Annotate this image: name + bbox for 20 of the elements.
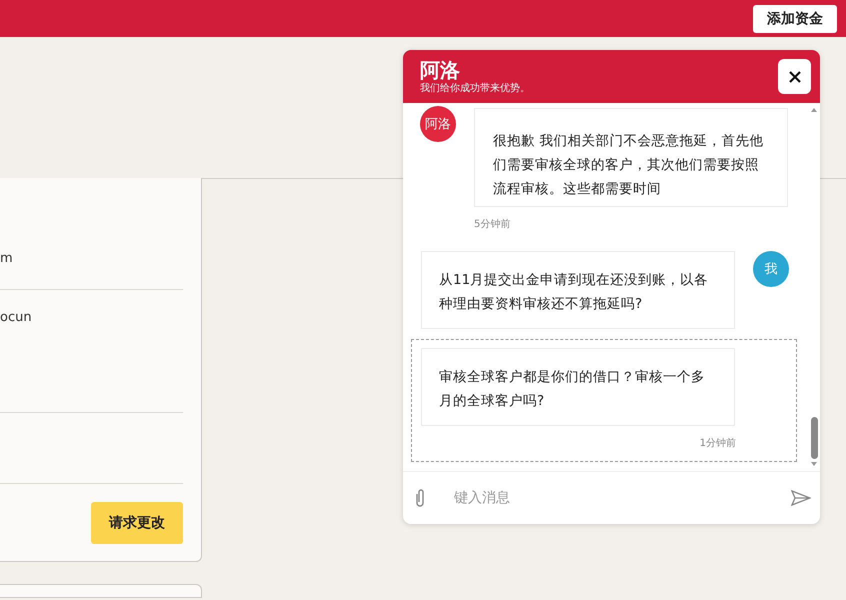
field-value: m <box>0 251 13 266</box>
scrollbar-thumb[interactable] <box>810 417 818 459</box>
avatar: 我 <box>753 251 789 287</box>
scroll-down-icon[interactable] <box>810 461 818 467</box>
chat-title: 阿洛 <box>420 58 461 82</box>
field-value: ocun <box>0 310 32 325</box>
chat-subtitle: 我们给你成功带来优势。 <box>420 82 530 96</box>
scroll-up-icon[interactable] <box>810 107 818 113</box>
message-bubble: 从11月提交出金申请到现在还没到账，以各种理由要资料审核还不算拖延吗? <box>421 251 735 329</box>
message-time: 1分钟前 <box>700 438 736 449</box>
message-bubble: 很抱歉 我们相关部门不会恶意拖延，首先他们需要审核全球的客户，其次他们需要按照流程审核。这些都需要时间 <box>474 108 788 207</box>
send-icon[interactable] <box>791 490 811 506</box>
request-change-button[interactable]: 请求更改 <box>91 502 183 544</box>
message-bubble: 审核全球客户都是你们的借口？审核一个多月的全球客户吗? <box>421 348 735 426</box>
avatar: 阿洛 <box>420 106 456 142</box>
close-icon <box>788 70 800 82</box>
add-funds-button[interactable]: 添加资金 <box>753 4 837 32</box>
close-button[interactable] <box>778 59 811 94</box>
paperclip-icon[interactable] <box>414 488 426 508</box>
message-time: 5分钟前 <box>474 219 510 230</box>
